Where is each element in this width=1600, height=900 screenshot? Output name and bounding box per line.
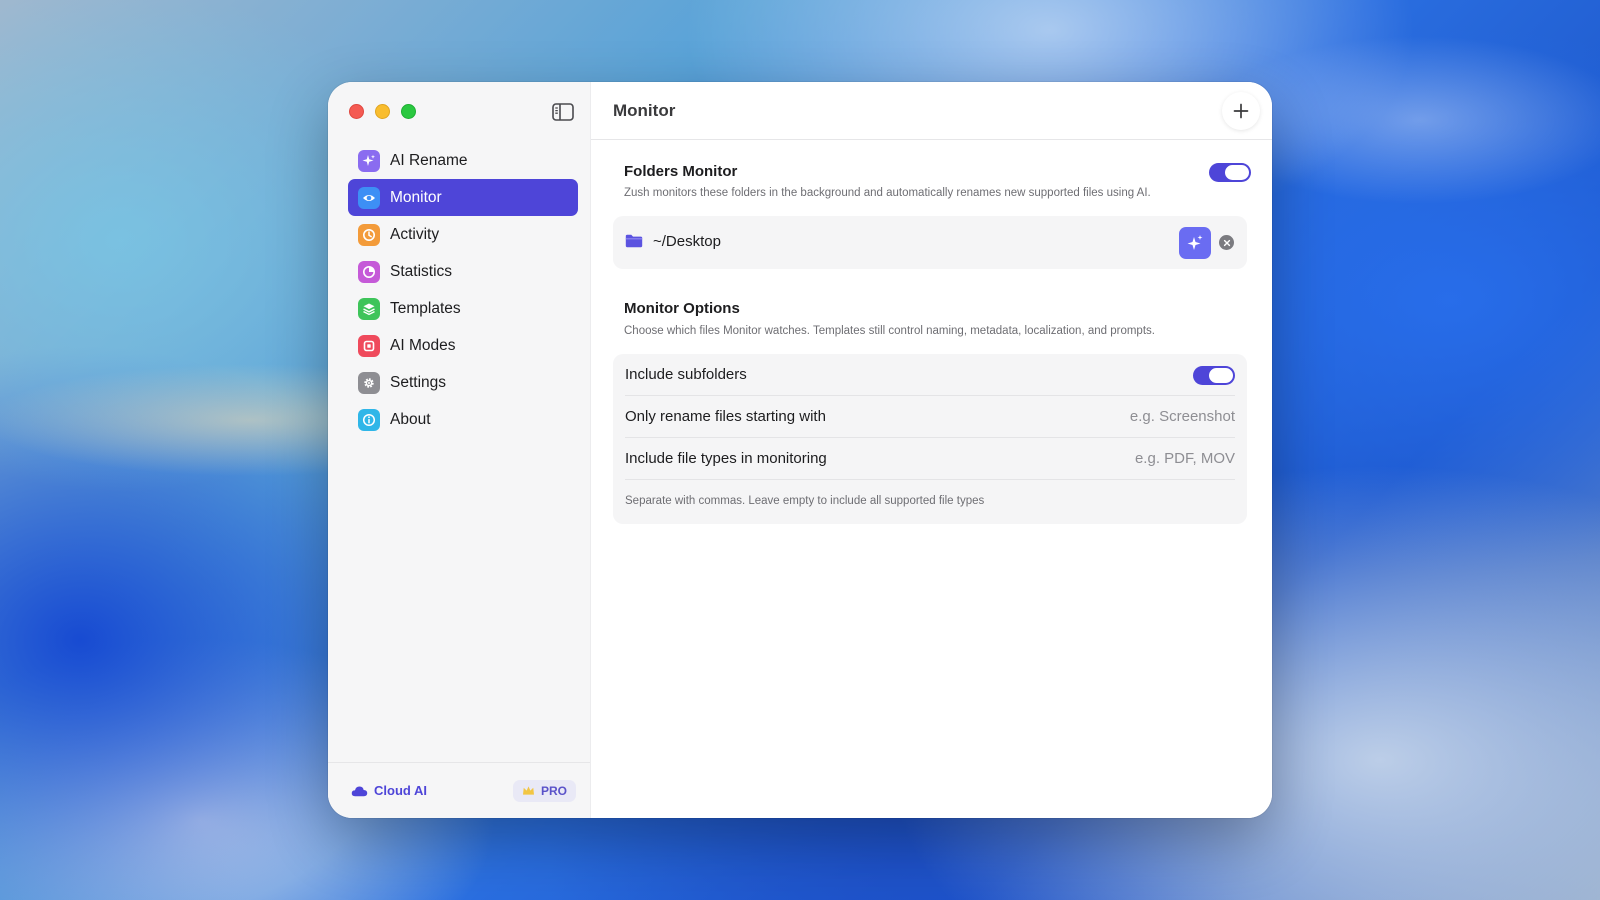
window-controls xyxy=(349,104,416,119)
clock-icon xyxy=(358,223,380,246)
sidebar-nav: AI Rename Monitor Activity Statistics Te… xyxy=(348,142,578,438)
remove-folder-button[interactable] xyxy=(1219,235,1234,250)
sidebar-toggle-icon[interactable] xyxy=(552,103,574,121)
folder-path: ~/Desktop xyxy=(653,233,721,250)
sidebar-footer: Cloud AI PRO xyxy=(328,762,590,818)
sidebar-item-label: Templates xyxy=(390,299,461,317)
include-subfolders-row: Include subfolders xyxy=(625,354,1235,396)
sparkles-icon xyxy=(1187,235,1203,250)
prefix-filter-input[interactable]: e.g. Screenshot xyxy=(1130,408,1235,425)
add-folder-button[interactable] xyxy=(1222,92,1260,130)
close-window-button[interactable] xyxy=(349,104,364,119)
pro-label: PRO xyxy=(540,783,567,798)
minimize-window-button[interactable] xyxy=(375,104,390,119)
sidebar-item-activity[interactable]: Activity xyxy=(348,216,578,253)
pro-badge[interactable]: PRO xyxy=(512,779,576,802)
sidebar-item-about[interactable]: About xyxy=(348,401,578,438)
folders-monitor-toggle[interactable] xyxy=(1209,163,1251,182)
sidebar-item-ai-modes[interactable]: AI Modes xyxy=(348,327,578,364)
folders-monitor-title: Folders Monitor xyxy=(624,163,738,180)
prefix-filter-label: Only rename files starting with xyxy=(625,408,826,425)
sidebar-item-label: Monitor xyxy=(390,188,442,206)
sidebar-item-label: AI Modes xyxy=(390,336,456,354)
monitor-options-title: Monitor Options xyxy=(624,300,740,317)
folder-icon xyxy=(625,234,643,253)
folders-monitor-description: Zush monitors these folders in the backg… xyxy=(624,187,1151,199)
sidebar-item-label: Activity xyxy=(390,225,440,243)
file-types-label: Include file types in monitoring xyxy=(625,450,827,467)
cloud-ai-label: Cloud AI xyxy=(374,783,427,798)
sidebar-item-settings[interactable]: Settings xyxy=(348,364,578,401)
stack-icon xyxy=(358,297,380,320)
sidebar-item-label: Statistics xyxy=(390,262,453,280)
folder-row: ~/Desktop xyxy=(613,216,1247,269)
file-types-hint: Separate with commas. Leave empty to inc… xyxy=(625,495,985,507)
monitor-options-description: Choose which files Monitor watches. Temp… xyxy=(624,325,1155,337)
prefix-filter-row: Only rename files starting with e.g. Scr… xyxy=(625,396,1235,438)
monitor-options-card: Include subfolders Only rename files sta… xyxy=(613,354,1247,524)
include-subfolders-toggle[interactable] xyxy=(1193,366,1235,385)
page-title: Monitor xyxy=(613,101,676,120)
ai-rename-folder-button[interactable] xyxy=(1179,227,1211,259)
close-icon xyxy=(1223,239,1230,246)
sidebar-item-label: About xyxy=(390,410,431,428)
file-types-row: Include file types in monitoring e.g. PD… xyxy=(625,438,1235,480)
sidebar-item-statistics[interactable]: Statistics xyxy=(348,253,578,290)
sidebar-item-label: Settings xyxy=(390,373,447,391)
cloud-ai-status[interactable]: Cloud AI xyxy=(351,783,427,798)
info-icon xyxy=(358,408,380,431)
plus-icon xyxy=(1233,103,1249,119)
sidebar-item-label: AI Rename xyxy=(390,151,468,169)
main-content: Monitor Folders Monitor Zush monitors th… xyxy=(591,82,1272,818)
cloud-icon xyxy=(351,786,368,796)
pie-chart-icon xyxy=(358,260,380,283)
sparkles-icon xyxy=(358,149,380,172)
app-window: AI Rename Monitor Activity Statistics Te… xyxy=(328,82,1272,818)
crown-icon xyxy=(522,786,534,795)
sidebar: AI Rename Monitor Activity Statistics Te… xyxy=(328,82,591,818)
gear-icon xyxy=(358,371,380,394)
square-icon xyxy=(358,334,380,357)
file-types-input[interactable]: e.g. PDF, MOV xyxy=(1135,450,1235,467)
sidebar-item-monitor[interactable]: Monitor xyxy=(348,179,578,216)
zoom-window-button[interactable] xyxy=(401,104,416,119)
sidebar-item-ai-rename[interactable]: AI Rename xyxy=(348,142,578,179)
toolbar: Monitor xyxy=(591,82,1272,140)
include-subfolders-label: Include subfolders xyxy=(625,366,747,383)
sidebar-item-templates[interactable]: Templates xyxy=(348,290,578,327)
eye-icon xyxy=(358,186,380,209)
